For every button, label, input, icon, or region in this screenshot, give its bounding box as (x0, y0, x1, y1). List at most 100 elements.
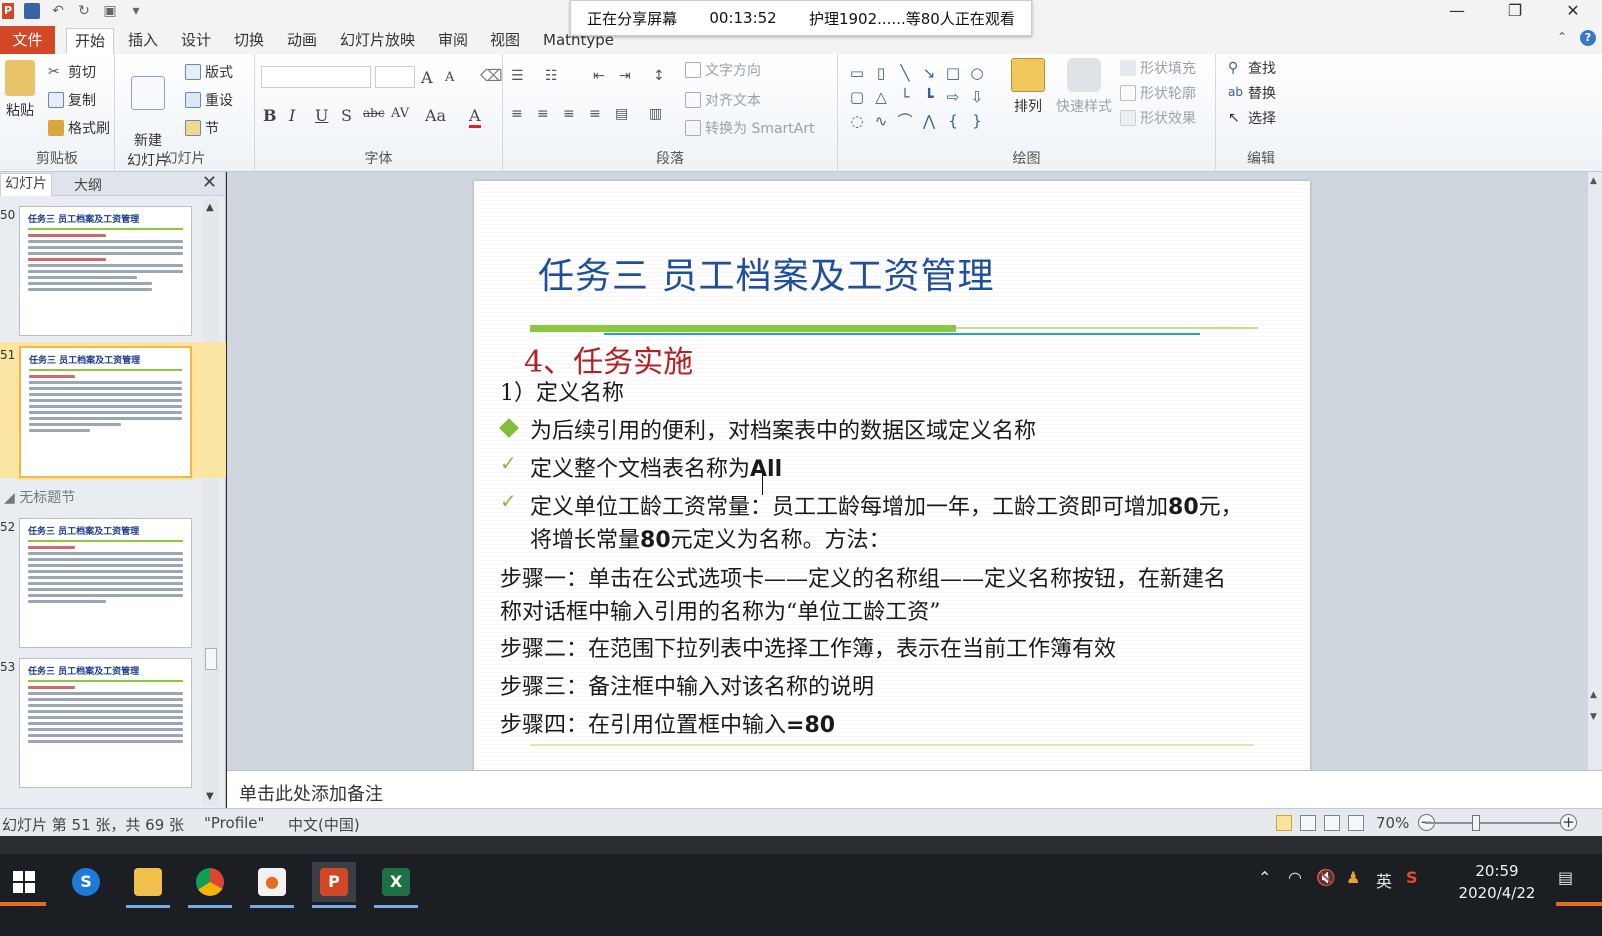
font-color-button[interactable]: A (469, 106, 481, 128)
align-left-icon[interactable]: ≡ (511, 106, 523, 122)
step-4[interactable]: 步骤四：在引用位置框中输入=80 (500, 707, 835, 739)
italic-button[interactable]: I (289, 106, 295, 125)
scribble-shape-icon[interactable]: ∿ (870, 110, 892, 132)
start-slideshow-icon[interactable]: ▣ (102, 3, 118, 19)
rect-shape-icon[interactable]: □ (942, 62, 964, 84)
sogou-browser-app[interactable]: S (64, 862, 108, 902)
elbow-shape-icon[interactable]: └ (894, 86, 916, 108)
tab-animations[interactable]: 动画 (287, 28, 317, 54)
distribute-icon[interactable]: ▤ (615, 106, 628, 122)
section-button[interactable]: 节 (185, 118, 219, 138)
close-button[interactable]: ✕ (1544, 0, 1602, 22)
minimize-ribbon-icon[interactable]: ⌃ (1554, 30, 1570, 46)
zoom-slider-handle[interactable] (1472, 815, 1480, 831)
help-icon[interactable]: ? (1580, 30, 1596, 46)
right-brace-shape-icon[interactable]: } (966, 110, 988, 132)
strikethrough-button[interactable]: abc (363, 106, 385, 120)
quick-styles-button[interactable]: 快速样式 (1052, 58, 1116, 116)
recording-app[interactable]: ● (250, 862, 294, 908)
change-case-button[interactable]: Aa (425, 106, 446, 125)
align-right-icon[interactable]: ≡ (563, 106, 575, 122)
minimize-button[interactable]: — (1428, 0, 1486, 22)
triangle-shape-icon[interactable]: △ (870, 86, 892, 108)
copy-button[interactable]: 复制 (48, 90, 96, 110)
tab-transitions[interactable]: 切换 (234, 28, 264, 54)
slide-thumbnail[interactable]: 任务三 员工档案及工资管理 (19, 206, 192, 336)
align-text-button[interactable]: 对齐文本 (685, 90, 761, 110)
bold-button[interactable]: B (263, 106, 277, 125)
cut-button[interactable]: ✂ 剪切 (48, 62, 96, 82)
normal-view-icon[interactable] (1276, 815, 1292, 831)
file-explorer-app[interactable] (126, 862, 170, 908)
tab-slideshow[interactable]: 幻灯片放映 (340, 28, 415, 54)
powerpoint-logo-icon[interactable]: P (2, 3, 14, 19)
slide-scrollbar[interactable]: ▲ ▲ ▼ (1588, 172, 1602, 770)
volume-muted-icon[interactable]: 🔇 (1316, 868, 1336, 887)
wave-shape-icon[interactable]: ⋀ (918, 110, 940, 132)
convert-smartart-button[interactable]: 转换为 SmartArt (685, 118, 815, 138)
tab-view[interactable]: 视图 (490, 28, 520, 54)
windows-start-button[interactable] (2, 862, 46, 902)
shape-fill-button[interactable]: 形状填充 (1120, 58, 1196, 78)
numbering-icon[interactable]: ☷ (545, 68, 558, 84)
check-item-2-line1[interactable]: 定义单位工龄工资常量：员工工龄每增加一年，工龄工资即可增加80元， (530, 489, 1243, 521)
scroll-down-icon[interactable]: ▼ (206, 791, 214, 802)
slide-sorter-view-icon[interactable] (1300, 815, 1316, 831)
ime-indicator[interactable]: 英 (1376, 868, 1392, 892)
reading-view-icon[interactable] (1324, 815, 1340, 831)
notes-pane[interactable]: 单击此处添加备注 (227, 770, 1602, 808)
language-status[interactable]: 中文(中国) (288, 814, 360, 835)
down-arrow-shape-icon[interactable]: ⇩ (966, 86, 988, 108)
section-header[interactable]: ◢ 无标题节 (0, 486, 200, 510)
tab-home[interactable]: 开始 (66, 28, 115, 54)
shapes-gallery[interactable]: ▭ ▯ ╲ ↘ □ ○ ▢ △ └ ┗ ⇨ ⇩ ◌ ∿ ⌒ ⋀ { } (846, 62, 996, 134)
tab-outline[interactable]: 大纲 (74, 175, 102, 195)
next-slide-icon[interactable]: ▼ (1590, 712, 1597, 722)
excel-app[interactable]: X (374, 862, 418, 908)
left-brace-shape-icon[interactable]: { (942, 110, 964, 132)
clear-format-icon[interactable]: ⌫ (480, 66, 503, 85)
slide-title[interactable]: 任务三 员工档案及工资管理 (538, 247, 994, 299)
arrange-button[interactable]: 排列 (1006, 58, 1050, 116)
bullets-icon[interactable]: ☰ (511, 68, 524, 84)
subheading[interactable]: 1）定义名称 (500, 375, 624, 407)
rounded-rect-shape-icon[interactable]: ▢ (846, 86, 868, 108)
step-1-line2[interactable]: 称对话框中输入引用的名称为“单位工龄工资” (500, 594, 941, 626)
shrink-font-icon[interactable]: A (445, 70, 454, 85)
vtextbox-shape-icon[interactable]: ▯ (870, 62, 892, 84)
align-center-icon[interactable]: ≡ (537, 106, 549, 122)
notification-center-icon[interactable]: ▤ (1558, 868, 1573, 887)
increase-indent-icon[interactable]: ⇥ (619, 68, 631, 84)
chrome-app[interactable] (188, 862, 232, 908)
tab-review[interactable]: 审阅 (438, 28, 468, 54)
arc-shape-icon[interactable]: ⌒ (894, 110, 916, 132)
select-button[interactable]: ↖ 选择 (1228, 108, 1276, 128)
step-1-line1[interactable]: 步骤一：单击在公式选项卡——定义的名称组——定义名称按钮，在新建名 (500, 561, 1226, 593)
scroll-thumb[interactable] (205, 648, 217, 670)
freeform-shape-icon[interactable]: ◌ (846, 110, 868, 132)
step-2[interactable]: 步骤二：在范围下拉列表中选择工作簿，表示在当前工作簿有效 (500, 631, 1116, 663)
right-arrow-shape-icon[interactable]: ⇨ (942, 86, 964, 108)
slide-thumbnail[interactable]: 任务三 员工档案及工资管理 (19, 518, 192, 648)
check-item-2-line2[interactable]: 将增长常量80元定义为名称。方法： (530, 522, 891, 554)
paste-button[interactable]: 粘贴 (2, 60, 38, 120)
scroll-up-icon[interactable]: ▲ (1590, 176, 1597, 186)
tab-insert[interactable]: 插入 (128, 28, 158, 54)
justify-icon[interactable]: ≡ (589, 106, 601, 122)
slide-thumbnail[interactable]: 任务三 员工档案及工资管理 (19, 658, 192, 788)
wifi-icon[interactable]: ◠ (1288, 868, 1302, 887)
slide-thumbnail-selected[interactable]: 任务三 员工档案及工资管理 (19, 346, 192, 478)
text-direction-button[interactable]: 文字方向 (685, 60, 761, 80)
tab-slides[interactable]: 幻灯片 (0, 173, 52, 196)
powerpoint-app[interactable]: P (312, 862, 356, 908)
tab-design[interactable]: 设计 (181, 28, 211, 54)
notes-placeholder[interactable]: 单击此处添加备注 (239, 780, 383, 806)
shape-effects-button[interactable]: 形状效果 (1120, 108, 1196, 128)
undo-icon[interactable]: ↶ (50, 3, 66, 19)
sogou-ime-icon[interactable]: S (1406, 868, 1418, 887)
slideshow-view-icon[interactable] (1348, 815, 1364, 831)
zoom-slider-track[interactable] (1425, 822, 1565, 824)
zoom-in-button[interactable]: + (1560, 814, 1577, 831)
line-shape-icon[interactable]: ╲ (894, 62, 916, 84)
restore-button[interactable]: ❐ (1486, 0, 1544, 22)
